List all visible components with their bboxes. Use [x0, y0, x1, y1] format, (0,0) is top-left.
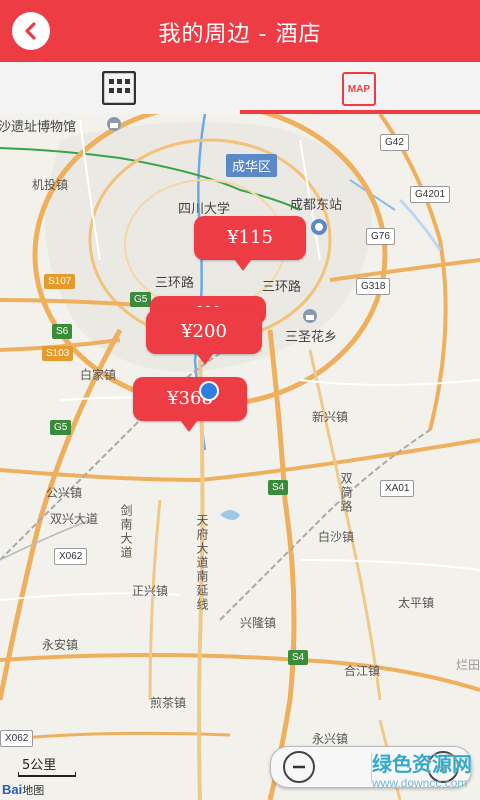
- place-label: 沙遗址博物馆: [0, 120, 77, 135]
- baidu-logo: Bai地图: [2, 782, 45, 797]
- page-title: 我的周边 - 酒店: [158, 22, 322, 47]
- map-canvas[interactable]: 沙遗址博物馆 机投镇 四川大学 成都东站 三环路 三环路 三圣花乡 白家镇 新兴…: [0, 114, 480, 800]
- road-label: 三环路: [155, 276, 195, 291]
- tab-list-view[interactable]: [0, 62, 240, 114]
- road-label: 天府大道南延线: [195, 514, 209, 612]
- road-label: 三环路: [262, 280, 302, 295]
- zoom-out-icon: [293, 765, 305, 769]
- highway-shield: S6: [52, 324, 73, 339]
- map-icon: MAP: [342, 72, 376, 106]
- highway-shield: XA01: [380, 480, 415, 497]
- place-label: 太平镇: [398, 596, 435, 610]
- place-label: 兴隆镇: [240, 616, 277, 630]
- hotel-price-label: ¥200: [181, 321, 227, 342]
- place-label: 烂田: [456, 658, 480, 672]
- place-label: 正兴镇: [132, 584, 169, 598]
- road-label: 双兴大道: [50, 512, 99, 526]
- hotel-price-marker[interactable]: ¥368: [133, 377, 247, 421]
- place-label: 合江镇: [344, 664, 381, 678]
- highway-shield: X062: [0, 730, 34, 747]
- place-label: 公兴镇: [46, 486, 83, 500]
- place-label: 三圣花乡: [285, 330, 338, 345]
- highway-shield: G4201: [410, 186, 451, 203]
- station-poi-icon: [311, 219, 327, 235]
- road-label: 剑南大道: [119, 504, 133, 560]
- museum-poi-icon: [107, 117, 121, 131]
- map-tab-label: MAP: [347, 83, 371, 95]
- place-label: 四川大学: [178, 202, 231, 217]
- marker-tail: [180, 420, 198, 432]
- highway-shield: G76: [366, 228, 395, 245]
- highway-shield: G42: [380, 134, 409, 151]
- hotel-price-label: ¥115: [227, 227, 273, 248]
- watermark-text: 绿色资源网: [372, 752, 472, 776]
- hotel-price-marker[interactable]: ¥200: [146, 310, 262, 354]
- place-label: 成都东站: [290, 198, 343, 213]
- place-label: 永兴镇: [312, 732, 349, 746]
- highway-shield: S4: [288, 650, 309, 665]
- place-label: 机投镇: [32, 178, 69, 192]
- tab-map-view[interactable]: MAP: [240, 62, 480, 114]
- marker-tail: [234, 259, 252, 271]
- road-label: 双简路: [339, 472, 353, 514]
- place-label: 煎茶镇: [150, 696, 187, 710]
- highway-shield: S4: [268, 480, 289, 495]
- app-header: 我的周边 - 酒店: [0, 0, 480, 62]
- marker-tail: [196, 353, 214, 365]
- place-label: 白家镇: [80, 368, 117, 382]
- watermark-url: www.downcc.com: [372, 776, 468, 790]
- zoom-out-button[interactable]: [283, 751, 315, 783]
- place-label: 白沙镇: [318, 530, 355, 544]
- highway-shield: S103: [42, 346, 74, 361]
- district-tag: 成华区: [226, 154, 278, 177]
- current-location-dot: [199, 381, 219, 401]
- view-tabbar: MAP: [0, 62, 480, 115]
- place-label: 新兴镇: [312, 410, 349, 424]
- highway-shield: S107: [44, 274, 76, 289]
- highway-shield: X062: [54, 548, 88, 565]
- highway-shield: G5: [130, 292, 152, 307]
- scale-label: 5公里: [22, 758, 57, 773]
- hotel-price-marker[interactable]: ¥115: [194, 216, 306, 260]
- scale-bar: [18, 772, 76, 777]
- landmark-poi-icon: [303, 309, 317, 323]
- highway-shield: G318: [356, 278, 391, 295]
- place-label: 永安镇: [42, 638, 79, 652]
- highway-shield: G5: [50, 420, 72, 435]
- grid-icon: [102, 71, 136, 105]
